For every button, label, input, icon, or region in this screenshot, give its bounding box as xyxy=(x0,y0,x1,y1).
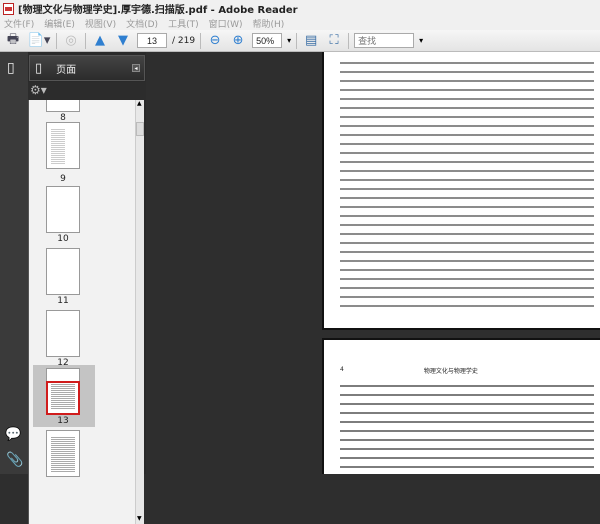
zoom-out-icon[interactable]: ⊖ xyxy=(206,33,224,49)
search-input[interactable] xyxy=(354,33,415,48)
menu-window[interactable]: 窗口(W) xyxy=(209,17,243,30)
collapse-panel-button[interactable]: ◂ xyxy=(132,64,140,72)
thumbnail-scrollbar[interactable]: ▲ ▼ xyxy=(135,100,144,524)
thumbnail-label: 10 xyxy=(57,234,69,244)
zoom-input[interactable] xyxy=(252,33,283,48)
scrollbar-thumb[interactable] xyxy=(136,122,144,136)
separator xyxy=(296,32,298,49)
menu-view[interactable]: 视图(V) xyxy=(85,17,116,30)
panel-title: 页面 xyxy=(56,64,77,76)
toolbar: 🖶 📄▾ ◎ ▲ ▼ / 219 ⊖ ⊕ ▾ ▤ ⛶ ▾ xyxy=(0,30,600,52)
thumbnail-label: 11 xyxy=(57,296,69,306)
print-icon[interactable]: 🖶 xyxy=(4,32,22,49)
pdf-icon xyxy=(3,2,14,15)
next-page-icon[interactable]: ▼ xyxy=(114,33,132,49)
page-number: 4 xyxy=(340,366,344,373)
page-thumbnail[interactable] xyxy=(46,248,80,295)
navigation-strip: ▯ 💬 📎 xyxy=(0,52,28,474)
thumbnail-label: 9 xyxy=(60,174,66,184)
page-thumbnail[interactable] xyxy=(46,100,80,112)
menu-file[interactable]: 文件(F) xyxy=(4,17,34,30)
document-page xyxy=(322,52,600,330)
collaborate-icon[interactable]: ◎ xyxy=(62,33,80,49)
thumbnail-list: 8 9 10 11 12 13 ▲ ▼ xyxy=(28,100,144,524)
document-view[interactable]: 4 物理文化与物理学史 xyxy=(146,52,600,474)
page-thumbnail[interactable] xyxy=(46,310,80,357)
panel-options-row: ⚙▾ xyxy=(28,82,146,100)
page-header: 4 物理文化与物理学史 xyxy=(340,366,594,375)
document-page: 4 物理文化与物理学史 xyxy=(322,338,600,474)
menu-document[interactable]: 文档(D) xyxy=(126,17,158,30)
page-total: / 219 xyxy=(172,35,196,46)
pages-icon[interactable]: ▯ xyxy=(7,60,15,76)
scroll-down-icon[interactable]: ▼ xyxy=(137,515,142,522)
separator xyxy=(85,32,86,49)
page-text-block xyxy=(340,58,594,314)
page-thumbnail[interactable] xyxy=(46,186,80,233)
options-gear-icon[interactable]: ⚙▾ xyxy=(30,83,47,97)
zoom-dropdown-icon[interactable]: ▾ xyxy=(287,36,291,45)
page-thumbnail[interactable] xyxy=(46,122,80,169)
attachments-icon[interactable]: 📎 xyxy=(6,452,23,468)
create-pdf-icon[interactable]: 📄▾ xyxy=(27,33,51,49)
running-header: 物理文化与物理学史 xyxy=(423,368,478,375)
comments-icon[interactable]: 💬 xyxy=(5,427,21,442)
pages-panel: ▯ 页面 ◂ ⚙▾ 8 9 10 11 12 13 ▲ ▼ xyxy=(28,52,146,524)
page-text-block xyxy=(340,381,594,474)
thumbnail-label: 13 xyxy=(57,416,69,426)
full-screen-icon[interactable]: ⛶ xyxy=(325,33,343,49)
menu-edit[interactable]: 编辑(E) xyxy=(44,17,75,30)
separator xyxy=(200,32,202,49)
menu-tools[interactable]: 工具(T) xyxy=(168,17,199,30)
title-bar: [物理文化与物理学史].厚宇德.扫描版.pdf - Adobe Reader xyxy=(0,0,600,17)
separator xyxy=(348,32,350,49)
separator xyxy=(56,32,57,49)
scroll-up-icon[interactable]: ▲ xyxy=(137,100,142,107)
panel-header: ▯ 页面 ◂ xyxy=(29,55,145,81)
zoom-in-icon[interactable]: ⊕ xyxy=(229,33,247,49)
pages-panel-icon: ▯ xyxy=(35,60,43,76)
window-title: [物理文化与物理学史].厚宇德.扫描版.pdf - Adobe Reader xyxy=(18,5,298,16)
search-dropdown-icon[interactable]: ▾ xyxy=(419,36,423,45)
menu-help[interactable]: 帮助(H) xyxy=(253,17,285,30)
visible-area-box[interactable] xyxy=(46,381,80,415)
page-number-input[interactable] xyxy=(137,33,167,48)
fit-width-icon[interactable]: ▤ xyxy=(302,33,320,49)
previous-page-icon[interactable]: ▲ xyxy=(91,33,109,49)
menu-bar: 文件(F) 编辑(E) 视图(V) 文档(D) 工具(T) 窗口(W) 帮助(H… xyxy=(0,17,600,30)
page-thumbnail[interactable] xyxy=(46,430,80,477)
page-thumbnail-selected[interactable] xyxy=(46,368,80,415)
